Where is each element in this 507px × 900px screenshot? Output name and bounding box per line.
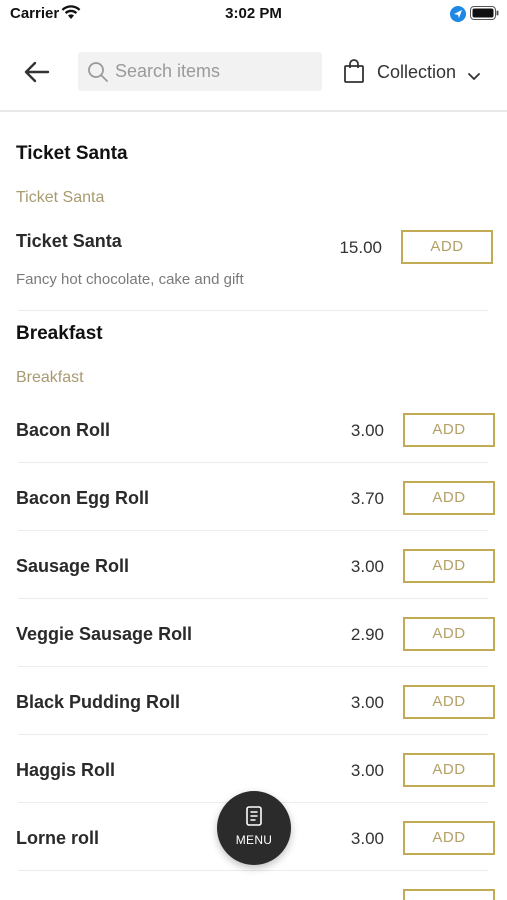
item-name: Haggis Roll [16, 760, 116, 780]
item-price: 3.00 [350, 421, 384, 440]
add-button[interactable]: ADD [403, 413, 495, 447]
add-button[interactable]: ADD [403, 685, 495, 719]
add-button[interactable]: ADD [403, 753, 495, 787]
status-bar: Carrier 3:02 PM [0, 0, 507, 28]
item-name: Bacon Egg Roll [16, 488, 150, 508]
add-button[interactable]: ADD [403, 481, 495, 515]
add-button[interactable]: ADD [403, 821, 495, 855]
section-title: Breakfast [16, 323, 103, 344]
menu-label: MENU [235, 833, 273, 847]
divider [18, 870, 488, 871]
divider [18, 734, 488, 735]
search-input[interactable] [115, 52, 315, 91]
collection-selector[interactable]: Collection [343, 54, 493, 90]
search-box[interactable] [78, 52, 322, 91]
clock: 3:02 PM [225, 5, 282, 22]
item-price: 15.00 [339, 238, 382, 257]
item-price: 3.00 [350, 761, 384, 780]
add-button[interactable]: ADD [403, 549, 495, 583]
menu-icon [245, 806, 263, 833]
chevron-down-icon [468, 68, 480, 86]
item-price: 2.90 [350, 625, 384, 644]
item-price: 3.00 [350, 693, 384, 712]
item-price: 3.00 [350, 829, 384, 848]
battery-icon [470, 6, 500, 25]
item-description: Fancy hot chocolate, cake and gift [16, 271, 244, 288]
top-nav-bar: Collection [0, 40, 507, 112]
location-arrow-icon [450, 6, 466, 27]
add-button[interactable]: ADD [401, 230, 493, 264]
divider [18, 530, 488, 531]
divider [18, 462, 488, 463]
search-icon [87, 61, 109, 88]
divider [18, 310, 488, 311]
divider [18, 598, 488, 599]
item-name: Black Pudding Roll [16, 692, 181, 712]
item-name: Lorne roll [16, 828, 100, 848]
item-name: Ticket Santa [16, 231, 122, 251]
add-button-partial[interactable] [403, 889, 495, 900]
section-title: Ticket Santa [16, 143, 128, 164]
shopping-bag-icon [343, 58, 365, 89]
item-price: 3.00 [350, 557, 384, 576]
back-button[interactable] [20, 57, 54, 87]
item-name: Bacon Roll [16, 420, 111, 440]
item-name: Sausage Roll [16, 556, 130, 576]
menu-button[interactable]: MENU [217, 791, 291, 865]
back-arrow-icon [20, 61, 54, 91]
collection-label: Collection [377, 62, 457, 82]
section-subtitle: Ticket Santa [16, 189, 105, 206]
item-price: 3.70 [350, 489, 384, 508]
divider [18, 666, 488, 667]
section-subtitle: Breakfast [16, 369, 84, 386]
add-button[interactable]: ADD [403, 617, 495, 651]
item-name: Veggie Sausage Roll [16, 624, 193, 644]
